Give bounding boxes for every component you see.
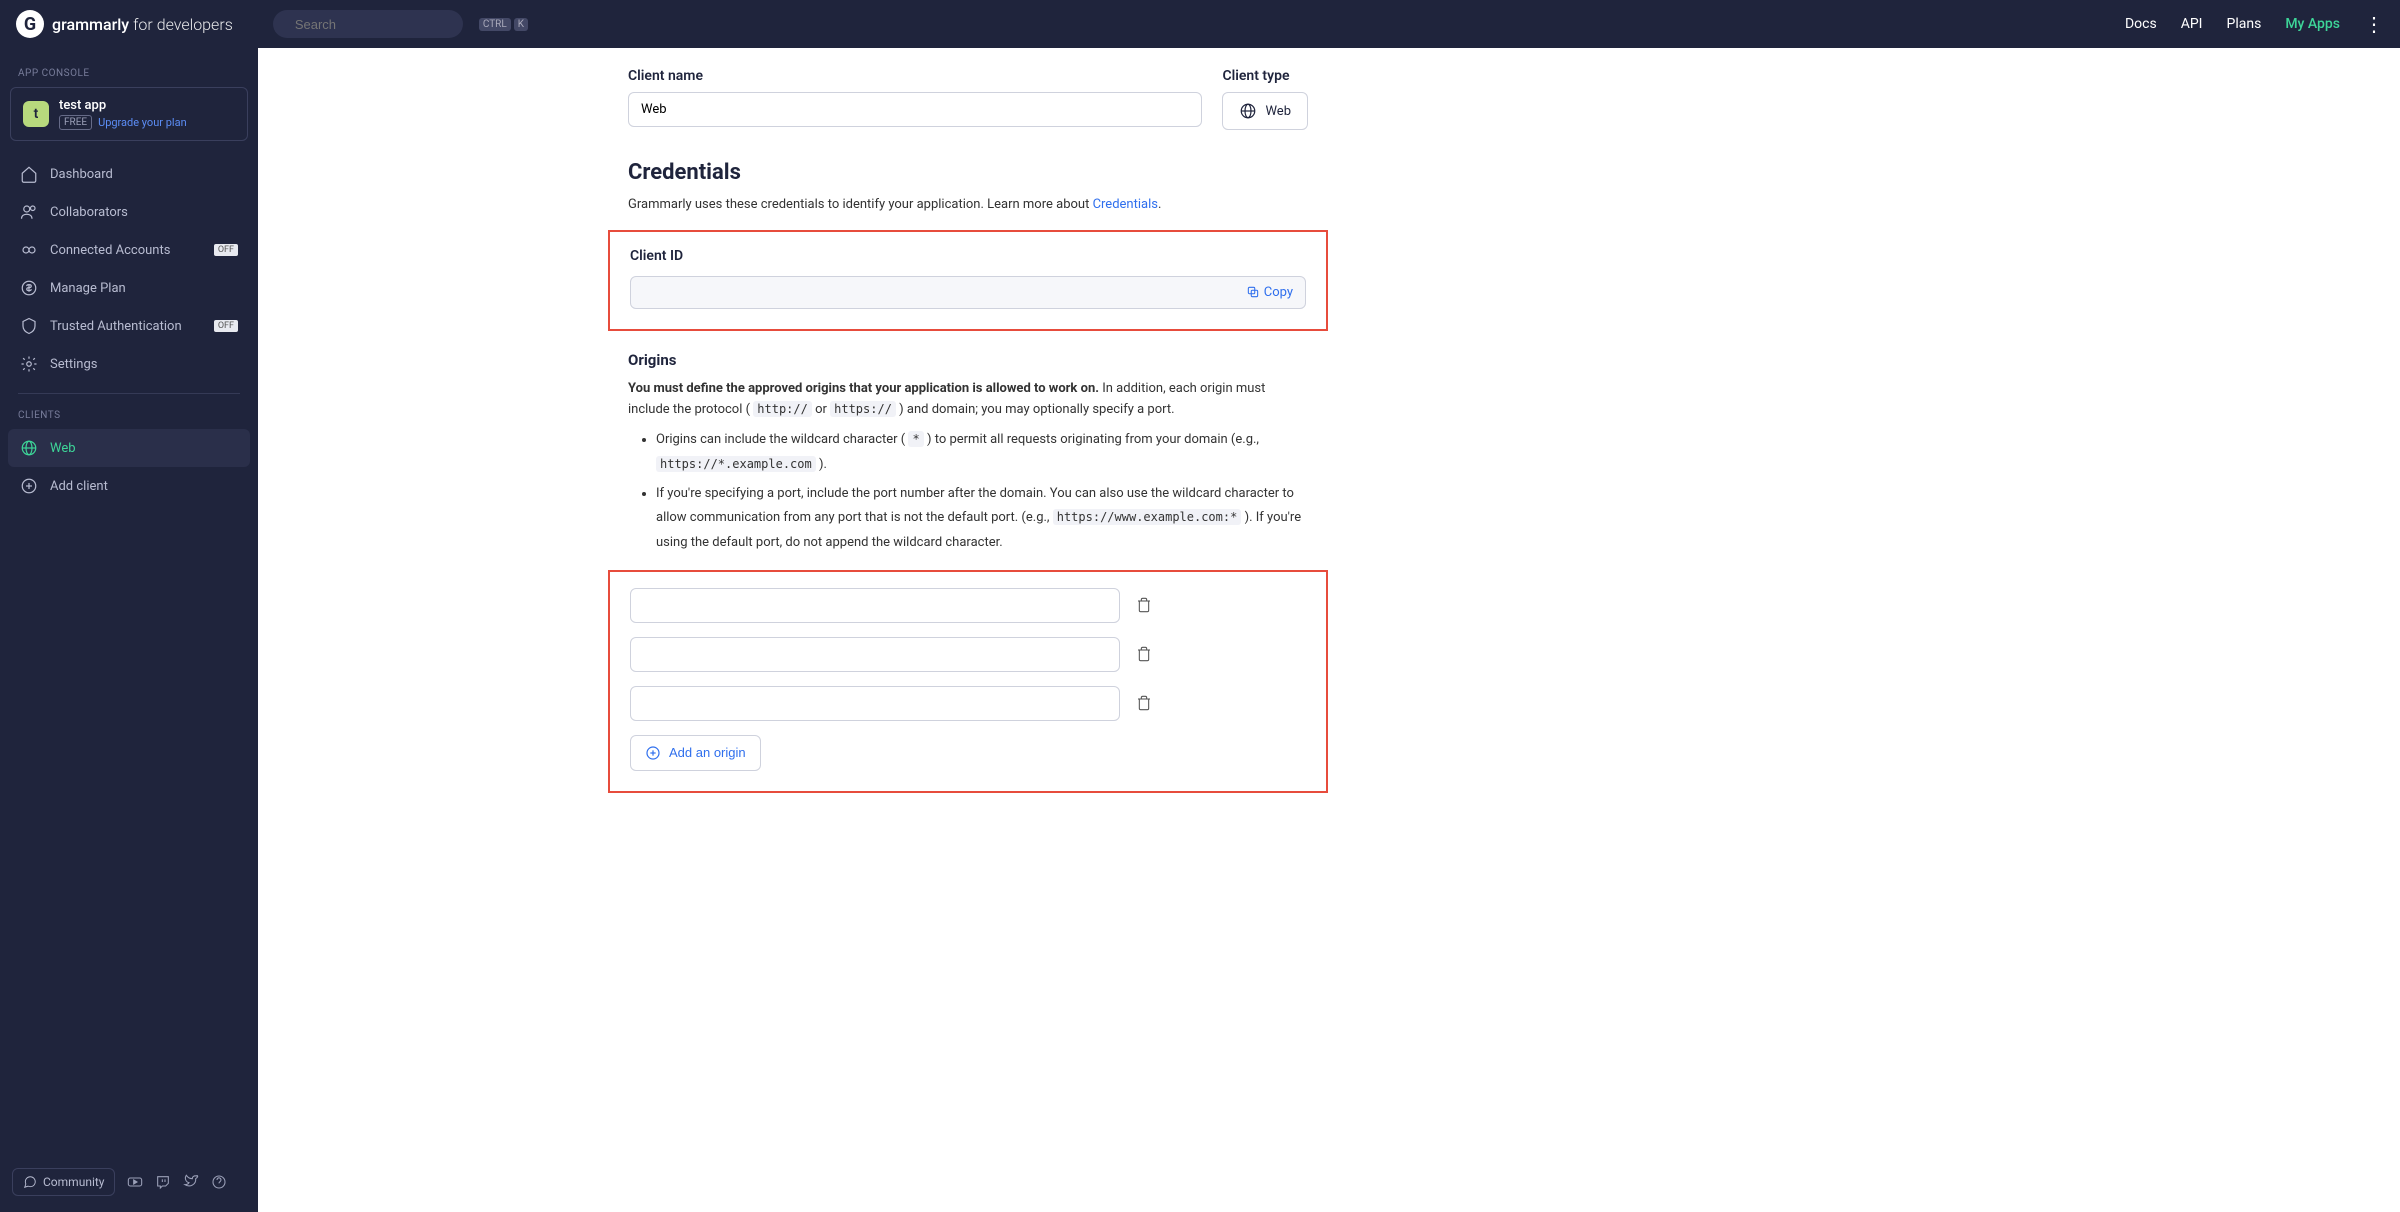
off-badge: OFF bbox=[214, 244, 238, 256]
origins-heading: Origins bbox=[628, 351, 1308, 369]
origins-bullets: Origins can include the wildcard charact… bbox=[656, 428, 1308, 555]
nav-myapps[interactable]: My Apps bbox=[2285, 16, 2340, 32]
credentials-link[interactable]: Credentials bbox=[1093, 197, 1158, 212]
trash-icon[interactable] bbox=[1136, 646, 1152, 662]
sidebar-item-manageplan[interactable]: Manage Plan bbox=[8, 269, 250, 307]
copy-icon bbox=[1246, 285, 1260, 299]
search-kbd-hint: CTRLK bbox=[479, 18, 528, 31]
sidebar-label: Collaborators bbox=[50, 205, 128, 220]
off-badge: OFF bbox=[214, 320, 238, 332]
users-icon bbox=[20, 203, 38, 221]
origins-highlight: Add an origin bbox=[608, 570, 1328, 793]
sidebar-label: Connected Accounts bbox=[50, 243, 170, 258]
globe-icon bbox=[1239, 102, 1257, 120]
client-type-label: Client type bbox=[1222, 68, 1308, 84]
section-clients: CLIENTS bbox=[8, 406, 250, 429]
sidebar-item-connected[interactable]: Connected Accounts OFF bbox=[8, 231, 250, 269]
client-id-label: Client ID bbox=[630, 248, 1306, 264]
nav-plans[interactable]: Plans bbox=[2227, 16, 2262, 32]
client-name-label: Client name bbox=[628, 68, 1202, 84]
search-input[interactable] bbox=[295, 17, 471, 32]
app-card[interactable]: t test app FREE Upgrade your plan bbox=[10, 87, 248, 141]
brand-logo[interactable]: G grammarly for developers bbox=[16, 10, 233, 38]
nav-api[interactable]: API bbox=[2181, 16, 2203, 32]
origin-row bbox=[630, 637, 1306, 672]
origin-row bbox=[630, 686, 1306, 721]
copy-label: Copy bbox=[1264, 285, 1293, 300]
link-icon bbox=[20, 241, 38, 259]
sidebar-item-trusted[interactable]: Trusted Authentication OFF bbox=[8, 307, 250, 345]
sidebar-label: Manage Plan bbox=[50, 281, 126, 296]
brand-text: grammarly for developers bbox=[52, 15, 233, 34]
upgrade-link[interactable]: Upgrade your plan bbox=[98, 116, 187, 129]
sidebar-label: Add client bbox=[50, 479, 108, 494]
chat-icon bbox=[23, 1175, 37, 1189]
sidebar-label: Web bbox=[50, 441, 76, 456]
trash-icon[interactable] bbox=[1136, 695, 1152, 711]
more-menu-icon[interactable]: ⋮ bbox=[2364, 12, 2384, 36]
sidebar-label: Settings bbox=[50, 357, 97, 372]
sidebar-label: Trusted Authentication bbox=[50, 319, 182, 334]
client-id-field: Copy bbox=[630, 276, 1306, 309]
copy-button[interactable]: Copy bbox=[1246, 285, 1293, 300]
sidebar-item-dashboard[interactable]: Dashboard bbox=[8, 155, 250, 193]
client-type-chip: Web bbox=[1222, 92, 1308, 130]
twitch-icon[interactable] bbox=[155, 1174, 171, 1190]
youtube-icon[interactable] bbox=[127, 1174, 143, 1190]
home-icon bbox=[20, 165, 38, 183]
divider bbox=[18, 393, 240, 394]
search-input-wrap[interactable]: CTRLK bbox=[273, 10, 463, 38]
community-label: Community bbox=[43, 1175, 104, 1189]
sidebar-item-settings[interactable]: Settings bbox=[8, 345, 250, 383]
add-origin-label: Add an origin bbox=[669, 745, 746, 760]
credentials-heading: Credentials bbox=[628, 160, 1308, 185]
trash-icon[interactable] bbox=[1136, 597, 1152, 613]
twitter-icon[interactable] bbox=[183, 1174, 199, 1190]
help-icon[interactable] bbox=[211, 1174, 227, 1190]
shield-icon bbox=[20, 317, 38, 335]
grammarly-icon: G bbox=[16, 10, 44, 38]
plan-badge: FREE bbox=[59, 115, 92, 130]
origin-row bbox=[630, 588, 1306, 623]
credentials-desc: Grammarly uses these credentials to iden… bbox=[628, 195, 1308, 216]
sidebar-item-add-client[interactable]: Add client bbox=[8, 467, 250, 505]
sidebar-item-collaborators[interactable]: Collaborators bbox=[8, 193, 250, 231]
origin-input[interactable] bbox=[630, 686, 1120, 721]
sidebar-item-web-client[interactable]: Web bbox=[8, 429, 250, 467]
globe-icon bbox=[20, 439, 38, 457]
client-id-highlight: Client ID Copy bbox=[608, 230, 1328, 331]
sidebar-label: Dashboard bbox=[50, 167, 113, 182]
section-appconsole: APP CONSOLE bbox=[8, 64, 250, 87]
add-origin-button[interactable]: Add an origin bbox=[630, 735, 761, 771]
plus-circle-icon bbox=[20, 477, 38, 495]
dollar-icon bbox=[20, 279, 38, 297]
app-name: test app bbox=[59, 98, 187, 113]
origins-desc: You must define the approved origins tha… bbox=[628, 379, 1308, 421]
gear-icon bbox=[20, 355, 38, 373]
client-type-value: Web bbox=[1265, 104, 1291, 119]
plus-circle-icon bbox=[645, 745, 661, 761]
community-button[interactable]: Community bbox=[12, 1168, 115, 1196]
nav-docs[interactable]: Docs bbox=[2125, 16, 2157, 32]
origin-input[interactable] bbox=[630, 588, 1120, 623]
app-avatar: t bbox=[23, 101, 49, 127]
client-name-input[interactable] bbox=[628, 92, 1202, 127]
origin-input[interactable] bbox=[630, 637, 1120, 672]
